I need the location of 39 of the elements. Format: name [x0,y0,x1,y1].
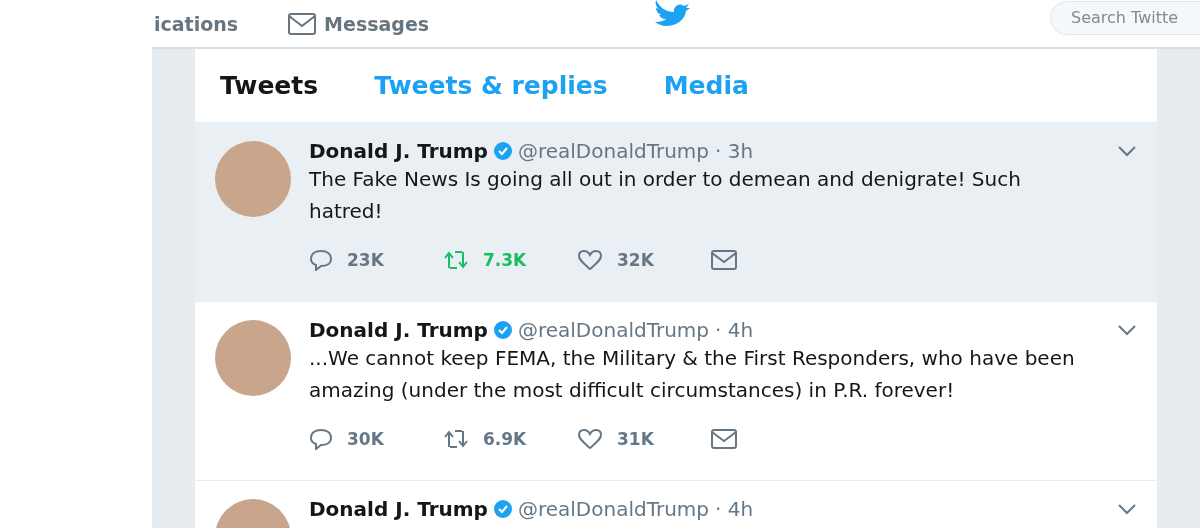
retweet-count: 7.3K [483,250,527,270]
envelope-icon[interactable] [711,429,737,449]
nav-link[interactable]: Messages [324,12,430,35]
retweet-icon[interactable] [443,250,469,270]
author-name[interactable]: Donald J. Trump [309,318,488,342]
tweet-time[interactable]: · 4h [715,318,754,342]
author-handle[interactable]: @realDonaldTrump [517,139,709,163]
reply-count: 23K [347,250,384,270]
author-handle[interactable]: @realDonaldTrump [517,318,709,342]
heart-icon[interactable] [577,249,603,271]
profile-tab[interactable]: Tweets & replies [374,71,608,100]
profile-tab[interactable]: Tweets [220,71,319,100]
envelope-icon[interactable] [288,12,317,35]
chevron-down-icon[interactable] [1117,145,1137,157]
verified-badge-icon [493,142,512,160]
tweet-text: The Fake News Is going all out in order to demean and denigrate! Such hatred! [309,166,1022,225]
tweet-time[interactable]: · 3h [715,139,754,163]
bird-logo-icon[interactable] [654,0,690,26]
like-count: 32K [617,250,654,270]
reply-icon[interactable] [309,428,333,450]
like-count: 31K [617,429,654,449]
reply-icon[interactable] [309,249,333,271]
verified-badge-icon [493,321,512,339]
tweet-time[interactable]: · 4h [715,497,754,521]
tweet-text: ...We cannot keep FEMA, the Military & the First Responders, who have been amazing (under the most difficult circumstances) in P.R. forever! [309,345,1076,404]
profile-tab[interactable]: Media [663,71,749,100]
chevron-down-icon[interactable] [1117,503,1137,515]
nav-link[interactable]: ications [154,12,239,35]
reply-count: 30K [347,429,384,449]
chevron-down-icon[interactable] [1117,324,1137,336]
envelope-icon[interactable] [711,250,737,270]
verified-badge-icon [493,500,512,518]
author-handle[interactable]: @realDonaldTrump [517,497,709,521]
retweet-count: 6.9K [483,429,527,449]
author-name[interactable]: Donald J. Trump [309,497,488,521]
search-field[interactable]: Search Twitte [1050,0,1200,35]
retweet-icon[interactable] [443,429,469,449]
author-name[interactable]: Donald J. Trump [309,139,488,163]
heart-icon[interactable] [577,428,603,450]
